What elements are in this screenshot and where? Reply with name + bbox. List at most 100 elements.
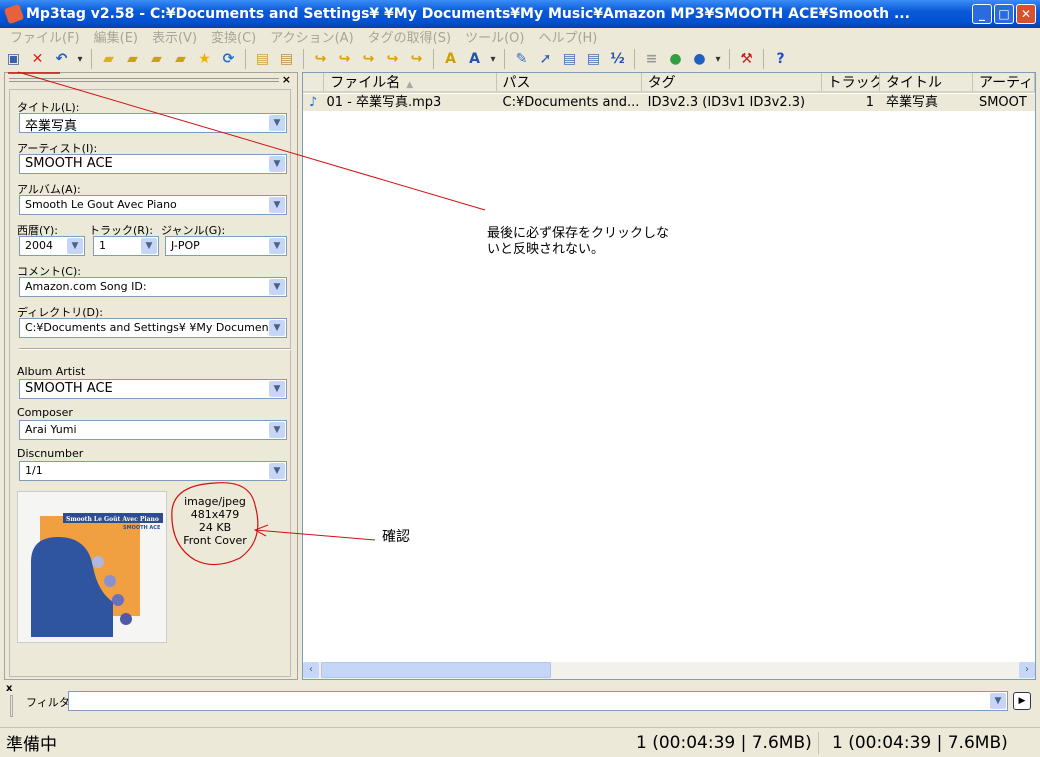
dropdown-button[interactable]: ▾ [489,50,497,69]
field-0-combo[interactable]: 卒業写真 ▼ [19,113,287,133]
filename-filename-button[interactable]: ↪ [359,50,378,69]
menu-item[interactable]: タグの取得(S) [368,27,451,46]
chevron-down-icon[interactable]: ▼ [269,320,285,336]
chevron-down-icon[interactable]: ▼ [269,197,285,213]
scroll-right-button[interactable]: › [1019,662,1035,678]
change-directory-button[interactable]: ▰ [99,50,118,69]
field-5-combo[interactable]: J-POP ▼ [165,236,287,256]
field-2-combo[interactable]: Smooth Le Gout Avec Piano ▼ [19,195,287,215]
menu-item[interactable]: 変換(C) [211,27,256,46]
export-button[interactable]: ▤ [253,50,272,69]
folder-refresh-button[interactable]: ▰ [171,50,190,69]
menu-item[interactable]: 表示(V) [152,27,197,46]
filter-go-button[interactable]: ▶ [1013,692,1031,710]
undo-button[interactable]: ↶ [52,50,71,69]
playlist-2-button[interactable]: ▤ [584,50,603,69]
field-10-combo[interactable]: 1/1 ▼ [19,461,287,481]
list-header: ファイル名 ▲ パス タグ トラックタイトル アーティス [303,73,1036,93]
tag-tag-icon: ↪ [410,51,423,67]
chevron-down-icon[interactable]: ▼ [269,279,285,295]
column-label: パス [502,75,531,91]
help-button[interactable]: ? [771,50,790,69]
remove-tag-button[interactable]: ✕ [28,50,47,69]
print-button[interactable]: ▤ [277,50,296,69]
minimize-button[interactable]: _ [972,4,992,24]
dropdown-button[interactable]: ▾ [714,50,722,69]
menu-item[interactable]: ツール(O) [465,27,524,46]
folder-button[interactable]: ▰ [147,50,166,69]
chevron-down-icon[interactable]: ▼ [67,238,83,254]
case-conversion-button[interactable]: A [441,50,460,69]
cover-art[interactable]: Smooth Le Goût Avec Piano SMOOTH ACE [17,491,167,643]
chevron-down-icon[interactable]: ▼ [990,693,1006,709]
scroll-thumb[interactable] [321,662,551,678]
close-button[interactable]: ✕ [1016,4,1036,24]
text-file-tag-button[interactable]: ↪ [383,50,402,69]
filename-tag-button[interactable]: ↪ [335,50,354,69]
tag-filename-icon: ↪ [314,51,327,67]
disc-button[interactable]: ≡ [642,50,661,69]
edit-button[interactable]: ✎ [512,50,531,69]
favorite-star-button[interactable]: ★ [195,50,214,69]
horizontal-scrollbar[interactable]: ‹ › [303,662,1035,679]
change-directory-icon: ▰ [103,51,114,67]
sort-ascending-icon: ▲ [406,80,414,90]
tools-button[interactable]: ⚒ [737,50,756,69]
table-row[interactable]: ♪ 01 - 卒業写真.mp3 C:¥Documents and... ID3v2.3… [303,94,1035,111]
menu-item[interactable]: ヘルプ(H) [538,27,597,46]
chevron-down-icon[interactable]: ▼ [269,156,285,172]
filter-close-icon[interactable]: x [6,683,12,694]
chevron-down-icon[interactable]: ▼ [141,238,157,254]
field-1-combo[interactable]: SMOOTH ACE ▼ [19,154,287,174]
maximize-button[interactable]: □ [994,4,1014,24]
image-info: image/jpeg 481x479 24 KB Front Cover [177,495,253,547]
tag-tag-button[interactable]: ↪ [407,50,426,69]
filename-tag-icon: ↪ [338,51,351,67]
menu-item[interactable]: ファイル(F) [10,27,80,46]
scroll-left-button[interactable]: ‹ [303,662,319,678]
field-9-combo[interactable]: Arai Yumi ▼ [19,420,287,440]
freedb-button[interactable]: ● [690,50,709,69]
numbering-button[interactable]: ½ [608,50,627,69]
app-icon [3,3,25,25]
chevron-down-icon[interactable]: ▼ [269,463,285,479]
field-6-combo[interactable]: Amazon.com Song ID: ▼ [19,277,287,297]
field-4-combo[interactable]: 1 ▼ [93,236,159,256]
column-header-5[interactable]: アーティス [973,73,1036,91]
column-header-3[interactable]: トラック [822,73,880,91]
column-header-4[interactable]: タイトル [880,73,973,91]
column-header-2[interactable]: タグ [642,73,822,91]
chevron-down-icon[interactable]: ▼ [269,381,285,397]
chevron-down-icon[interactable]: ▼ [269,422,285,438]
panel-close-icon[interactable]: × [282,73,291,86]
column-header-1[interactable]: パス [497,73,642,91]
field-3-combo[interactable]: 2004 ▼ [19,236,85,256]
save-button[interactable]: ▣ [4,50,23,69]
refresh-button[interactable]: ⟳ [219,50,238,69]
playlist-icon: ▤ [562,51,577,67]
playlist-button[interactable]: ▤ [560,50,579,69]
field-8-combo[interactable]: SMOOTH ACE ▼ [19,379,287,399]
menu-item[interactable]: 編集(E) [94,27,138,46]
case-conversion-2-button[interactable]: A [465,50,484,69]
action-button[interactable]: ➚ [536,50,555,69]
field-value: J-POP [171,239,200,252]
toolbar-separator [91,49,92,69]
tag-filename-button[interactable]: ↪ [311,50,330,69]
chevron-down-icon[interactable]: ▼ [269,115,285,131]
chevron-down-icon[interactable]: ▼ [269,238,285,254]
menu-item[interactable]: アクション(A) [270,27,353,46]
field-value: Arai Yumi [25,423,77,436]
column-header-0[interactable]: ファイル名 ▲ [324,73,497,91]
filter-grip[interactable] [10,695,13,717]
field-7-combo[interactable]: C:¥Documents and Settings¥ ¥My Documents… [19,318,287,338]
column-label: ファイル名 [330,75,401,91]
panel-grip[interactable] [9,78,279,82]
filter-input[interactable]: ▼ [68,691,1008,711]
add-directory-button[interactable]: ▰ [123,50,142,69]
filter-bar: x フィルタ: ▼ ▶ [0,683,1040,719]
web-source-button[interactable]: ● [666,50,685,69]
remove-tag-icon: ✕ [31,51,44,67]
export-icon: ▤ [255,51,270,67]
dropdown-button[interactable]: ▾ [76,50,84,69]
